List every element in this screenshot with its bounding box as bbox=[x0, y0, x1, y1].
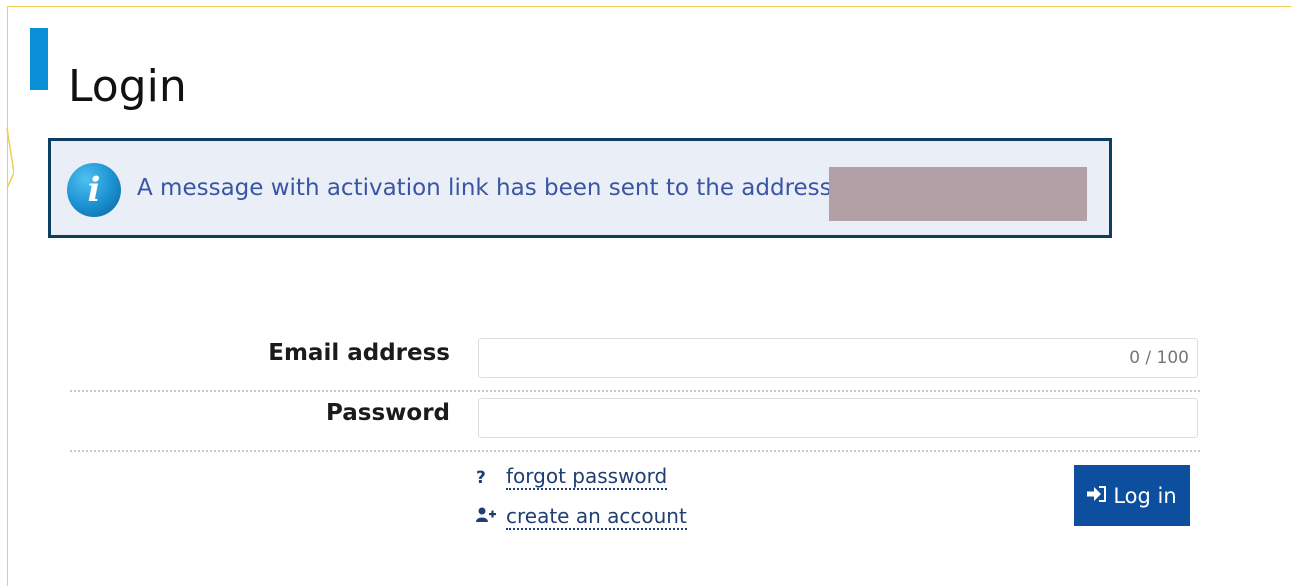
info-icon: i bbox=[67, 163, 121, 217]
sign-in-icon bbox=[1087, 484, 1107, 508]
email-field-box: 0 / 100 bbox=[478, 338, 1198, 378]
title-accent-bar bbox=[30, 28, 48, 90]
question-icon: ? bbox=[476, 468, 486, 488]
panel-edge-notch bbox=[6, 128, 14, 188]
login-button[interactable]: Log in bbox=[1074, 465, 1190, 526]
alert-message: A message with activation link has been … bbox=[137, 175, 840, 201]
password-field-box bbox=[478, 398, 1198, 438]
email-input[interactable] bbox=[487, 339, 1091, 377]
password-label: Password bbox=[326, 400, 450, 426]
forgot-password-link[interactable]: forgot password bbox=[506, 464, 668, 490]
redacted-email-address bbox=[829, 167, 1087, 221]
create-account-link[interactable]: create an account bbox=[506, 504, 687, 530]
email-char-counter: 0 / 100 bbox=[1129, 348, 1189, 368]
add-user-icon bbox=[476, 507, 498, 528]
password-input[interactable] bbox=[487, 399, 1091, 437]
page-title: Login bbox=[68, 61, 187, 113]
email-row: Email address 0 / 100 bbox=[70, 332, 1200, 392]
login-button-label: Log in bbox=[1113, 483, 1177, 508]
create-account-row: create an account bbox=[476, 504, 687, 530]
email-label: Email address bbox=[268, 340, 450, 366]
forgot-password-row: ? forgot password bbox=[476, 464, 668, 490]
password-row: Password bbox=[70, 392, 1200, 452]
activation-alert: i A message with activation link has bee… bbox=[48, 138, 1112, 238]
